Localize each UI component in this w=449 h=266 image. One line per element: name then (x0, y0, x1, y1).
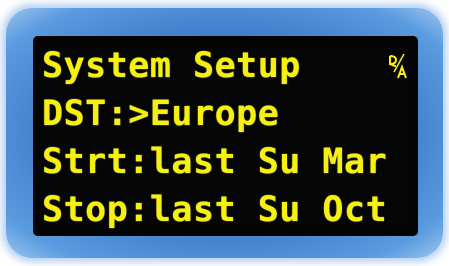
manual-auto-indicator-icon (389, 53, 407, 79)
dst-setting[interactable]: DST:>Europe (42, 94, 279, 134)
dst-start-setting: Strt:last Su Mar (42, 142, 388, 182)
dst-stop-setting: Stop:last Su Oct (42, 190, 388, 230)
lcd-screen: System Setup DST:>Europe Strt:last Su Ma… (33, 36, 418, 236)
menu-title: System Setup (42, 46, 301, 86)
